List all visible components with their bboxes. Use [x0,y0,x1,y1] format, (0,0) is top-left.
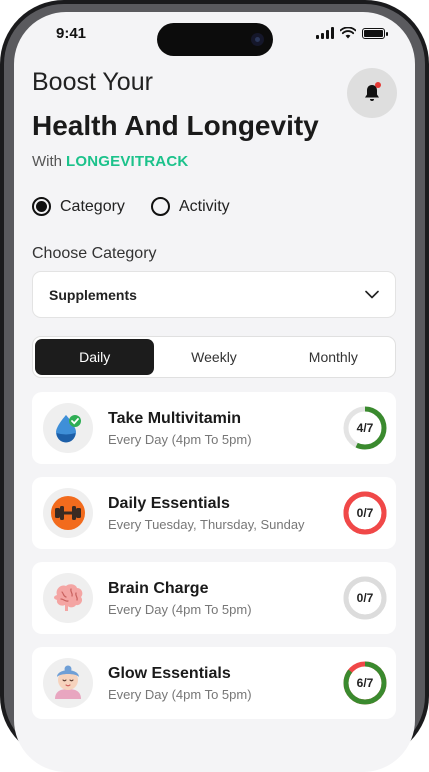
tab-daily[interactable]: Daily [35,339,155,375]
app-screen: 9:41 Boost Your Health And Longevity Wit… [14,12,415,772]
face-mask-icon [43,658,93,708]
period-tabs: Daily Weekly Monthly [32,336,396,378]
radio-category[interactable]: Category [32,197,125,216]
task-title: Glow Essentials [108,665,231,682]
notification-dot [375,82,381,88]
camera-icon [251,33,264,46]
task-schedule: Every Day (4pm To 5pm) [108,602,252,617]
task-schedule: Every Tuesday, Thursday, Sunday [108,517,305,532]
category-label: Choose Category [32,245,157,262]
task-title: Daily Essentials [108,495,230,512]
task-schedule: Every Day (4pm To 5pm) [108,432,252,447]
water-drop-check-icon [43,403,93,453]
task-card[interactable]: Daily Essentials Every Tuesday, Thursday… [32,477,396,549]
brain-icon [43,573,93,623]
brand-name: LONGEVITRACK [66,153,189,170]
page-title-line1: Boost Your [32,68,153,96]
page-title-line2: Health And Longevity [32,110,319,141]
progress-text: 4/7 [356,421,374,435]
task-title: Brain Charge [108,580,209,597]
task-schedule: Every Day (4pm To 5pm) [108,687,252,702]
progress-text: 0/7 [356,506,374,520]
radio-activity[interactable]: Activity [151,197,230,216]
progress-text: 6/7 [356,676,374,690]
progress-text: 0/7 [356,591,374,605]
task-card[interactable]: Brain Charge Every Day (4pm To 5pm) 0/7 [32,562,396,634]
battery-icon [362,27,388,39]
wifi-icon [340,27,356,39]
tab-weekly[interactable]: Weekly [154,339,273,375]
dynamic-island [157,23,273,56]
radio-category-label: Category [60,197,125,215]
signal-icon [316,27,334,39]
radio-activity-label: Activity [179,197,230,215]
progress-ring: 0/7 [342,575,388,621]
category-select[interactable]: Supplements [32,271,396,318]
progress-ring: 6/7 [342,660,388,706]
radio-unselected-icon [151,197,170,216]
notification-button[interactable] [347,68,397,118]
progress-ring: 4/7 [342,405,388,451]
chevron-down-icon [365,290,379,299]
subtitle-with: With [32,153,62,170]
task-card[interactable]: Glow Essentials Every Day (4pm To 5pm) 6… [32,647,396,719]
progress-ring: 0/7 [342,490,388,536]
radio-selected-icon [32,197,51,216]
status-time: 9:41 [56,25,87,42]
subtitle: With LONGEVITRACK [32,153,188,170]
tab-monthly[interactable]: Monthly [274,339,393,375]
dumbbell-icon [43,488,93,538]
status-icons [316,27,388,39]
task-title: Take Multivitamin [108,410,242,427]
task-card[interactable]: Take Multivitamin Every Day (4pm To 5pm)… [32,392,396,464]
category-value: Supplements [49,286,137,303]
